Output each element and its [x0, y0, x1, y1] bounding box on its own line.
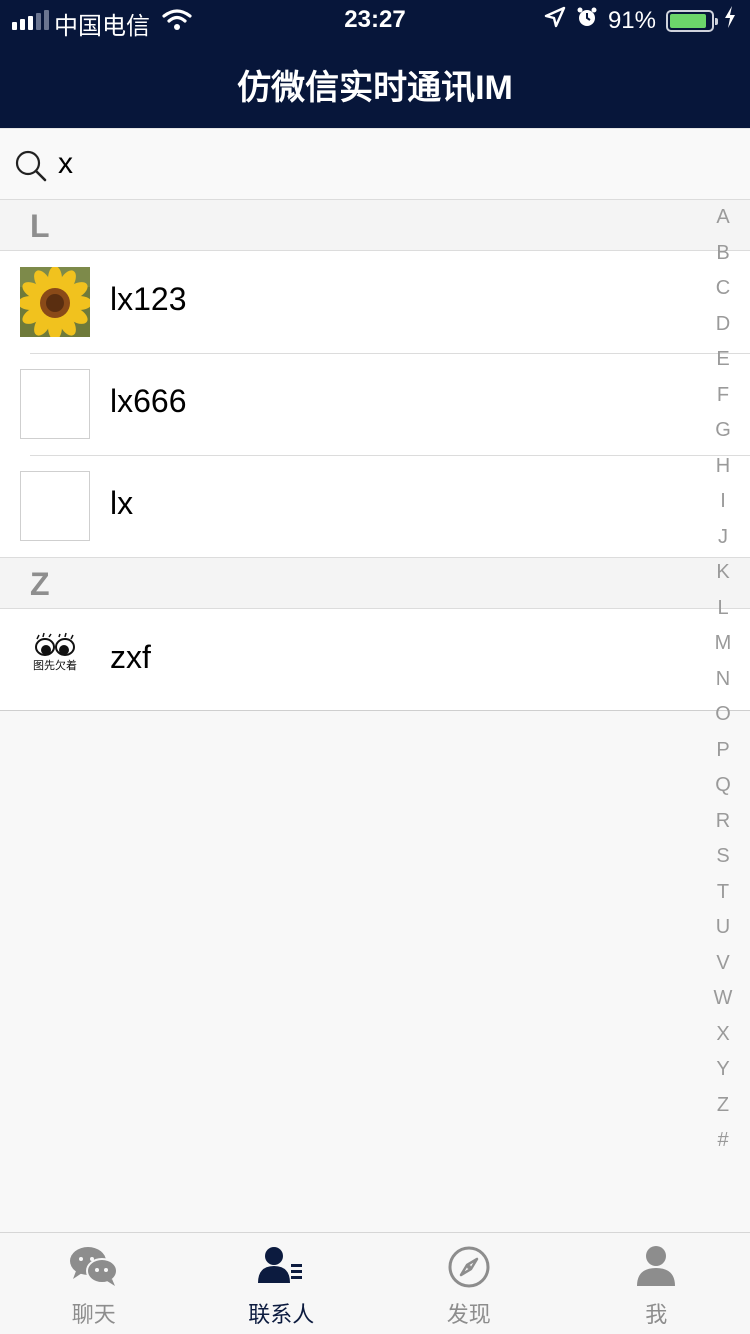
index-letter[interactable]: P: [712, 733, 734, 769]
index-letter[interactable]: X: [712, 1017, 734, 1053]
index-letter[interactable]: A: [712, 200, 734, 236]
contact-row[interactable]: 图先欠着 zxf: [0, 609, 750, 711]
avatar-logo-text: 图先欠着: [33, 658, 77, 672]
section-header-z: Z: [0, 557, 750, 609]
index-letter[interactable]: T: [712, 875, 734, 911]
section-header-l: L: [0, 199, 750, 251]
index-letter[interactable]: B: [712, 236, 734, 272]
index-letter[interactable]: Y: [712, 1052, 734, 1088]
tab-discover[interactable]: 发现: [375, 1233, 563, 1334]
tab-contacts[interactable]: 联系人: [188, 1233, 376, 1334]
chat-bubbles-icon: [68, 1245, 120, 1292]
section-letter: L: [30, 208, 50, 244]
index-letter[interactable]: H: [712, 449, 734, 485]
index-letter[interactable]: I: [712, 484, 734, 520]
section-letter: Z: [30, 566, 50, 602]
contact-list: L lx123 lx666 lx Z 图先欠着 zxf: [0, 199, 750, 711]
index-letter[interactable]: M: [712, 626, 734, 662]
contact-name: zxf: [110, 639, 151, 675]
sunflower-avatar: [20, 267, 90, 337]
index-letter[interactable]: G: [712, 413, 734, 449]
tab-bar: 聊天 联系人 发现 我: [0, 1232, 750, 1334]
index-letter[interactable]: J: [712, 520, 734, 556]
blank-avatar: [20, 471, 90, 541]
tab-label: 我: [645, 1302, 668, 1327]
compass-icon: [447, 1245, 491, 1294]
index-letter[interactable]: V: [712, 946, 734, 982]
battery-percent: 91%: [607, 6, 656, 34]
index-letter[interactable]: C: [712, 271, 734, 307]
contact-row[interactable]: lx: [0, 455, 750, 557]
page-title: 仿微信实时通讯IM: [237, 69, 513, 107]
cartoon-eyes-avatar: 图先欠着: [20, 625, 90, 695]
person-icon: [635, 1245, 677, 1292]
search-input[interactable]: [58, 139, 698, 189]
index-letter[interactable]: O: [712, 697, 734, 733]
index-letter[interactable]: W: [712, 981, 734, 1017]
index-letter[interactable]: Z: [712, 1088, 734, 1124]
search-icon: [15, 150, 47, 182]
index-letter[interactable]: R: [712, 804, 734, 840]
search-bar[interactable]: [0, 128, 750, 199]
index-letter[interactable]: D: [712, 307, 734, 343]
index-letter[interactable]: U: [712, 910, 734, 946]
charging-icon: [724, 6, 736, 35]
alarm-icon: [576, 6, 598, 35]
tab-label: 聊天: [71, 1302, 116, 1327]
tab-me[interactable]: 我: [563, 1233, 750, 1334]
index-letter[interactable]: E: [712, 342, 734, 378]
alphabet-index[interactable]: A B C D E F G H I J K L M N O P Q R S T U V W X Y Z #: [712, 200, 734, 1159]
top-bar: 中国电信 23:27 91% 仿微信实时通讯IM: [0, 0, 750, 128]
index-letter[interactable]: L: [712, 591, 734, 627]
tab-chat[interactable]: 聊天: [0, 1233, 188, 1334]
contact-name: lx123: [110, 281, 187, 317]
index-letter[interactable]: Q: [712, 768, 734, 804]
blank-avatar: [20, 369, 90, 439]
contact-name: lx: [110, 485, 134, 521]
contact-row[interactable]: lx666: [0, 353, 750, 455]
tab-label: 联系人: [248, 1302, 315, 1327]
contacts-icon: [258, 1245, 304, 1290]
status-bar: 中国电信 23:27 91%: [0, 0, 750, 40]
index-letter[interactable]: #: [712, 1123, 734, 1159]
location-arrow-icon: [544, 6, 566, 35]
tab-label: 发现: [446, 1302, 491, 1327]
index-letter[interactable]: S: [712, 839, 734, 875]
battery-icon: [666, 9, 718, 32]
contact-name: lx666: [110, 383, 187, 419]
index-letter[interactable]: F: [712, 378, 734, 414]
index-letter[interactable]: K: [712, 555, 734, 591]
contact-row[interactable]: lx123: [0, 251, 750, 353]
index-letter[interactable]: N: [712, 662, 734, 698]
